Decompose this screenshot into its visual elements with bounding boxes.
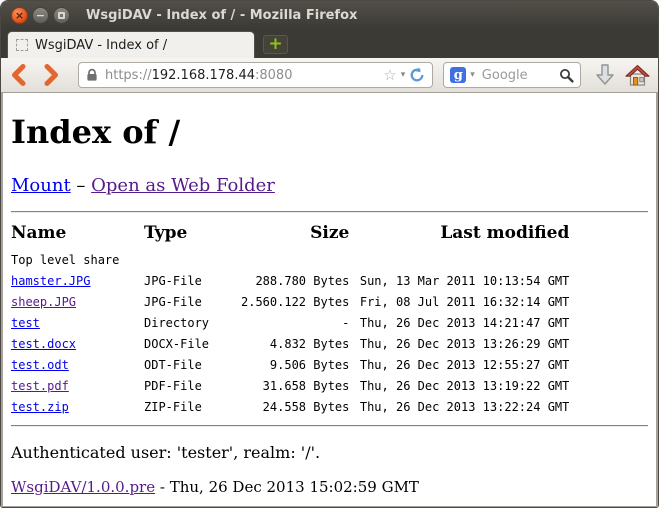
open-as-web-folder-link[interactable]: Open as Web Folder: [91, 175, 275, 196]
table-row: test.zip ZIP-File 24.558 Bytes Thu, 26 D…: [11, 396, 569, 417]
table-row: test.odt ODT-File 9.506 Bytes Thu, 26 De…: [11, 354, 569, 375]
file-link-test-pdf[interactable]: test.pdf: [11, 379, 69, 393]
maximize-icon: [58, 12, 65, 19]
file-link-sheep-jpg[interactable]: sheep.JPG: [11, 295, 76, 309]
minimize-icon: −: [36, 10, 45, 21]
file-modified: Sun, 13 Mar 2011 10:13:54 GMT: [349, 270, 569, 291]
file-type: JPG-File: [144, 270, 241, 291]
url-text[interactable]: https://192.168.178.44:8080: [105, 68, 383, 83]
bottom-divider: [11, 425, 648, 427]
file-size: 9.506 Bytes: [241, 354, 349, 375]
home-button[interactable]: [625, 64, 650, 87]
wsgidav-version-link[interactable]: WsgiDAV/1.0.0.pre: [11, 478, 155, 496]
share-section-label: Top level share: [11, 250, 569, 270]
bookmark-star-icon[interactable]: ☆: [383, 68, 396, 83]
firefox-window: × − WsgiDAV - Index of / - Mozilla Firef…: [0, 0, 659, 508]
table-row: sheep.JPG JPG-File 2.560.122 Bytes Fri, …: [11, 291, 569, 312]
file-size: -: [241, 312, 349, 333]
authenticated-user-line: Authenticated user: 'tester', realm: '/'…: [11, 443, 648, 462]
file-listing-table: Name Type Size Last modified Top level s…: [11, 223, 569, 417]
new-tab-button[interactable]: +: [263, 35, 288, 54]
file-type: ODT-File: [144, 354, 241, 375]
file-type: DOCX-File: [144, 333, 241, 354]
download-arrow-icon: [594, 63, 616, 87]
reload-icon[interactable]: [409, 67, 425, 83]
search-magnifier-icon[interactable]: [559, 68, 574, 83]
file-modified: Thu, 26 Dec 2013 12:55:27 GMT: [349, 354, 569, 375]
top-divider: [11, 211, 648, 213]
back-chevron-icon: [10, 64, 27, 86]
column-header-name: Name: [11, 223, 144, 250]
table-row: hamster.JPG JPG-File 288.780 Bytes Sun, …: [11, 270, 569, 291]
titlebar[interactable]: × − WsgiDAV - Index of / - Mozilla Firef…: [1, 1, 658, 29]
link-separator: –: [71, 175, 91, 196]
navigation-toolbar: https://192.168.178.44:8080 ☆ ▾ g ▾ Goog…: [1, 58, 658, 93]
file-link-test-odt[interactable]: test.odt: [11, 358, 69, 372]
file-link-test[interactable]: test: [11, 316, 40, 330]
url-bar[interactable]: https://192.168.178.44:8080 ☆ ▾: [78, 62, 433, 88]
url-dropdown-icon[interactable]: ▾: [401, 71, 406, 80]
file-size: 4.832 Bytes: [241, 333, 349, 354]
back-button[interactable]: [9, 63, 27, 87]
window-title: WsgiDAV - Index of / - Mozilla Firefox: [86, 8, 357, 23]
table-row: test.docx DOCX-File 4.832 Bytes Thu, 26 …: [11, 333, 569, 354]
file-link-hamster-jpg[interactable]: hamster.JPG: [11, 274, 90, 288]
file-modified: Thu, 26 Dec 2013 13:26:29 GMT: [349, 333, 569, 354]
mount-link[interactable]: Mount: [11, 175, 71, 196]
page-content: Index of / Mount – Open as Web Folder Na…: [1, 93, 658, 508]
file-size: 24.558 Bytes: [241, 396, 349, 417]
tab-title: WsgiDAV - Index of /: [35, 38, 167, 53]
table-header-row: Name Type Size Last modified: [11, 223, 569, 250]
share-section-row: Top level share: [11, 250, 569, 270]
column-header-last-modified: Last modified: [349, 223, 569, 250]
file-modified: Thu, 26 Dec 2013 13:22:24 GMT: [349, 396, 569, 417]
file-modified: Fri, 08 Jul 2011 16:32:14 GMT: [349, 291, 569, 312]
url-port: :8080: [255, 68, 292, 83]
close-button[interactable]: ×: [11, 7, 28, 24]
search-engine-dropdown-icon[interactable]: ▾: [470, 71, 475, 80]
minimize-button[interactable]: −: [32, 7, 49, 24]
page-title: Index of /: [11, 113, 648, 151]
lock-icon[interactable]: [86, 68, 98, 82]
footer-timestamp: - Thu, 26 Dec 2013 15:02:59 GMT: [155, 478, 419, 496]
file-type: ZIP-File: [144, 396, 241, 417]
column-header-size: Size: [241, 223, 349, 250]
table-row: test Directory - Thu, 26 Dec 2013 14:21:…: [11, 312, 569, 333]
file-modified: Thu, 26 Dec 2013 13:19:22 GMT: [349, 375, 569, 396]
home-icon: [625, 64, 650, 87]
page-nav-links: Mount – Open as Web Folder: [11, 175, 648, 196]
url-scheme: https://: [105, 68, 152, 83]
close-icon: ×: [15, 10, 24, 21]
forward-chevron-icon: [43, 64, 60, 86]
tab-bar: WsgiDAV - Index of / +: [1, 29, 658, 58]
file-modified: Thu, 26 Dec 2013 14:21:47 GMT: [349, 312, 569, 333]
downloads-button[interactable]: [594, 63, 616, 87]
tab-wsgidav[interactable]: WsgiDAV - Index of /: [7, 31, 255, 58]
table-row: test.pdf PDF-File 31.658 Bytes Thu, 26 D…: [11, 375, 569, 396]
file-link-test-docx[interactable]: test.docx: [11, 337, 76, 351]
forward-button[interactable]: [42, 63, 60, 87]
file-type: PDF-File: [144, 375, 241, 396]
search-input[interactable]: Google: [482, 68, 559, 83]
url-host: 192.168.178.44: [152, 68, 255, 83]
page-footer: WsgiDAV/1.0.0.pre - Thu, 26 Dec 2013 15:…: [11, 478, 648, 496]
maximize-button[interactable]: [53, 7, 70, 24]
file-size: 31.658 Bytes: [241, 375, 349, 396]
file-size: 2.560.122 Bytes: [241, 291, 349, 312]
plus-icon: +: [268, 36, 282, 53]
search-bar[interactable]: g ▾ Google: [443, 62, 581, 88]
file-link-test-zip[interactable]: test.zip: [11, 400, 69, 414]
favicon-placeholder-icon: [16, 39, 28, 51]
file-size: 288.780 Bytes: [241, 270, 349, 291]
file-type: Directory: [144, 312, 241, 333]
column-header-type: Type: [144, 223, 241, 250]
file-type: JPG-File: [144, 291, 241, 312]
google-favicon-icon: g: [450, 67, 466, 83]
